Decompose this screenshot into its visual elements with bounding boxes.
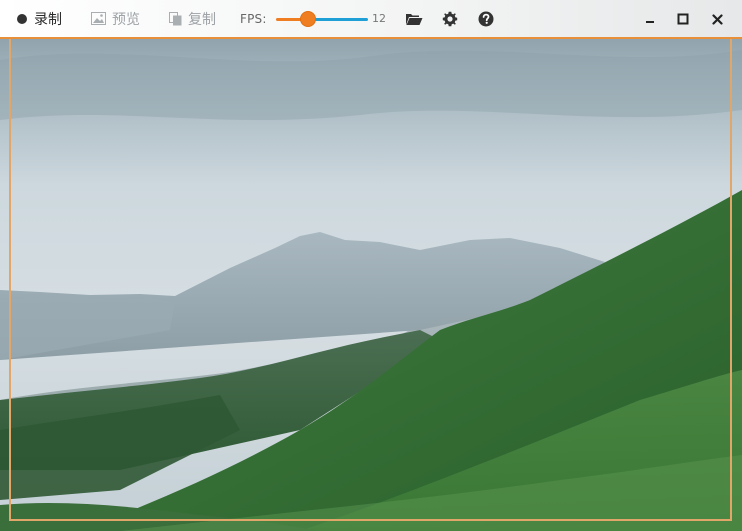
copy-label: 复制 [188,11,216,28]
folder-open-icon [406,14,423,25]
copy-button[interactable]: 复制 [169,0,216,37]
fps-slider-thumb[interactable] [301,12,315,26]
capture-toolbar: 录制 预览 复制 FPS: 12 [0,0,742,39]
maximize-icon [677,13,689,25]
minimize-icon [646,21,654,23]
open-folder-button[interactable] [403,8,425,30]
image-icon [91,12,106,25]
maximize-button[interactable] [671,7,695,31]
record-button[interactable]: 录制 [16,0,62,37]
close-button[interactable] [705,7,729,31]
fps-label: FPS: [240,11,267,26]
close-icon [711,13,723,25]
record-dot-icon [17,13,27,24]
fps-slider-track [308,18,368,21]
fps-value: 12 [372,12,386,25]
settings-button[interactable] [439,8,461,30]
help-button[interactable] [475,8,497,30]
preview-button[interactable]: 预览 [91,0,140,37]
gear-icon [442,11,458,27]
preview-label: 预览 [112,11,140,28]
copy-icon [169,11,182,25]
captured-landscape-image [0,0,742,531]
fps-slider[interactable] [276,10,368,28]
help-icon [478,11,494,27]
minimize-button[interactable] [638,7,662,31]
record-label: 录制 [34,11,62,28]
